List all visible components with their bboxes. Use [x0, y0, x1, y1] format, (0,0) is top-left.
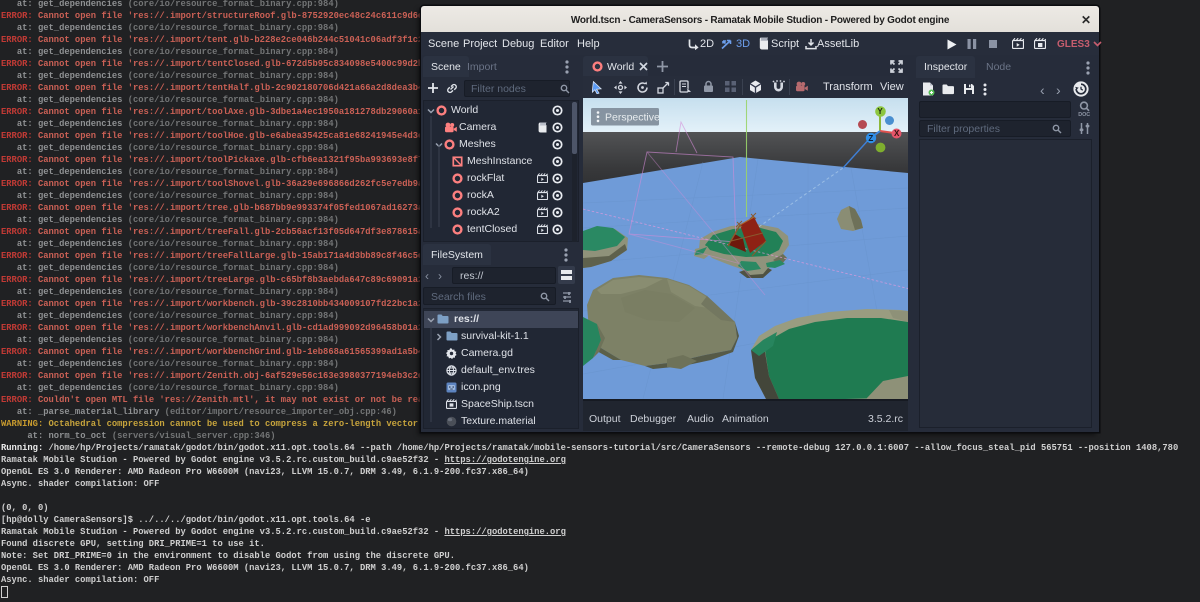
- svg-text:Perspective: Perspective: [605, 112, 660, 124]
- svg-text:Y: Y: [877, 107, 883, 116]
- svg-text:X: X: [894, 129, 900, 138]
- svg-text:Z: Z: [868, 134, 873, 143]
- svg-text:DOC: DOC: [1078, 112, 1090, 117]
